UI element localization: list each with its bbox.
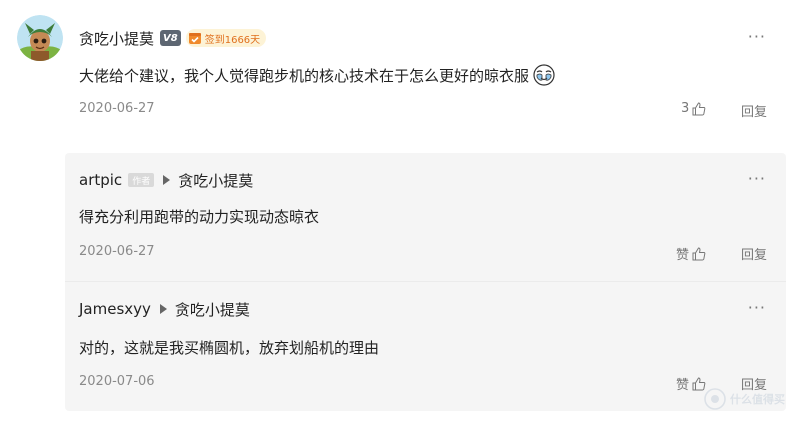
comment-like-count: 3 [681, 101, 690, 116]
reply-1-author[interactable]: artpic [79, 171, 122, 189]
comment-date: 2020-06-27 [79, 101, 155, 116]
reply-divider [65, 281, 786, 282]
comment-text: 大佬给个建议，我个人觉得跑步机的核心技术在于怎么更好的晾衣服 [79, 66, 530, 85]
checkin-badge-label: 签到1666天 [204, 34, 261, 46]
checkin-badge: 签到1666天 [185, 29, 267, 47]
reply-2-header: Jamesxyy 贪吃小提莫 [79, 299, 250, 319]
reply-arrow-icon [163, 175, 171, 185]
thumbs-up-icon [692, 101, 706, 115]
thumbs-up-icon [692, 246, 706, 260]
reply-1-date: 2020-06-27 [79, 244, 155, 259]
comment-body: 大佬给个建议，我个人觉得跑步机的核心技术在于怎么更好的晾衣服 [79, 64, 555, 86]
vip-level-badge: V8 [160, 30, 181, 46]
reply-2-text: 对的，这就是我买椭圆机，放弃划船机的理由 [79, 339, 380, 357]
reply-2-like-button[interactable]: 赞 [676, 374, 706, 393]
reply-arrow-icon [159, 304, 167, 314]
replies-container [65, 153, 786, 411]
comment-more-button[interactable]: ··· [748, 29, 766, 45]
reply-1-target[interactable]: 贪吃小提莫 [178, 170, 253, 191]
reply-1-header: artpic 作者 贪吃小提莫 [79, 170, 253, 190]
comment-author-name[interactable]: 贪吃小提莫 [79, 28, 154, 49]
checkin-calendar-icon [188, 33, 201, 44]
author-tag-badge: 作者 [128, 173, 155, 187]
avatar[interactable] [17, 15, 63, 61]
reply-2-date: 2020-07-06 [79, 374, 155, 389]
reply-1-like-button[interactable]: 赞 [676, 244, 706, 263]
comment-reply-button[interactable]: 回复 [741, 101, 767, 120]
reply-1-text: 得充分利用跑带的动力实现动态晾衣 [79, 208, 320, 226]
reply-1-reply-button[interactable]: 回复 [741, 244, 767, 263]
reply-1-more-button[interactable]: ··· [748, 171, 766, 187]
sweat-laugh-emoji-icon [533, 64, 555, 86]
reply-1-like-label: 赞 [676, 248, 690, 263]
reply-2-target[interactable]: 贪吃小提莫 [175, 299, 250, 320]
comment-like-button[interactable]: 3 [681, 101, 706, 116]
watermark-logo-icon [704, 388, 726, 410]
reply-2-like-label: 赞 [676, 378, 690, 393]
reply-2-more-button[interactable]: ··· [748, 300, 766, 316]
reply-2-author[interactable]: Jamesxyy [79, 300, 151, 318]
comment-author-row: 贪吃小提莫 V8 签到1666天 [79, 27, 267, 49]
watermark-text: 什么值得买 [730, 393, 785, 406]
watermark: 什么值得买 [704, 388, 785, 410]
